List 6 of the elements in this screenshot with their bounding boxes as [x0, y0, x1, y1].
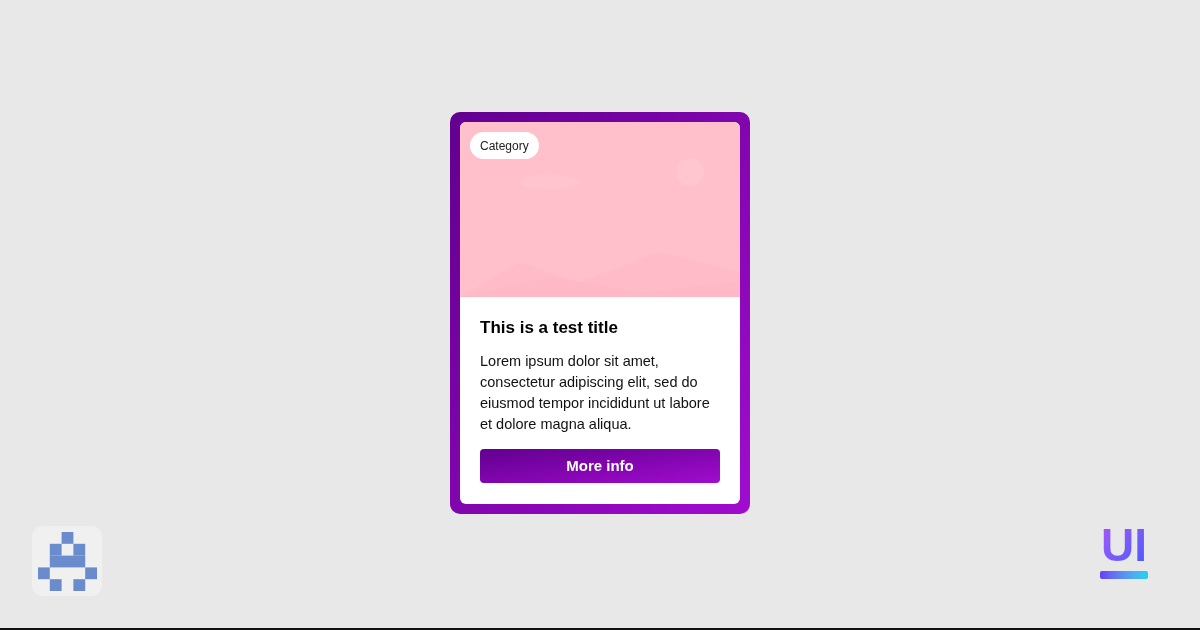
more-info-button[interactable]: More info: [480, 449, 720, 483]
card-title: This is a test title: [480, 317, 619, 339]
card-description: Lorem ipsum dolor sit amet, consectetur adipiscing elit, sed do eiusmod tempor incididunt ut labore et dolore magna aliqua.: [480, 352, 711, 434]
logo-underline: [1100, 571, 1148, 579]
category-badge: Category: [470, 132, 539, 159]
pixel-robot-icon: [32, 526, 102, 596]
